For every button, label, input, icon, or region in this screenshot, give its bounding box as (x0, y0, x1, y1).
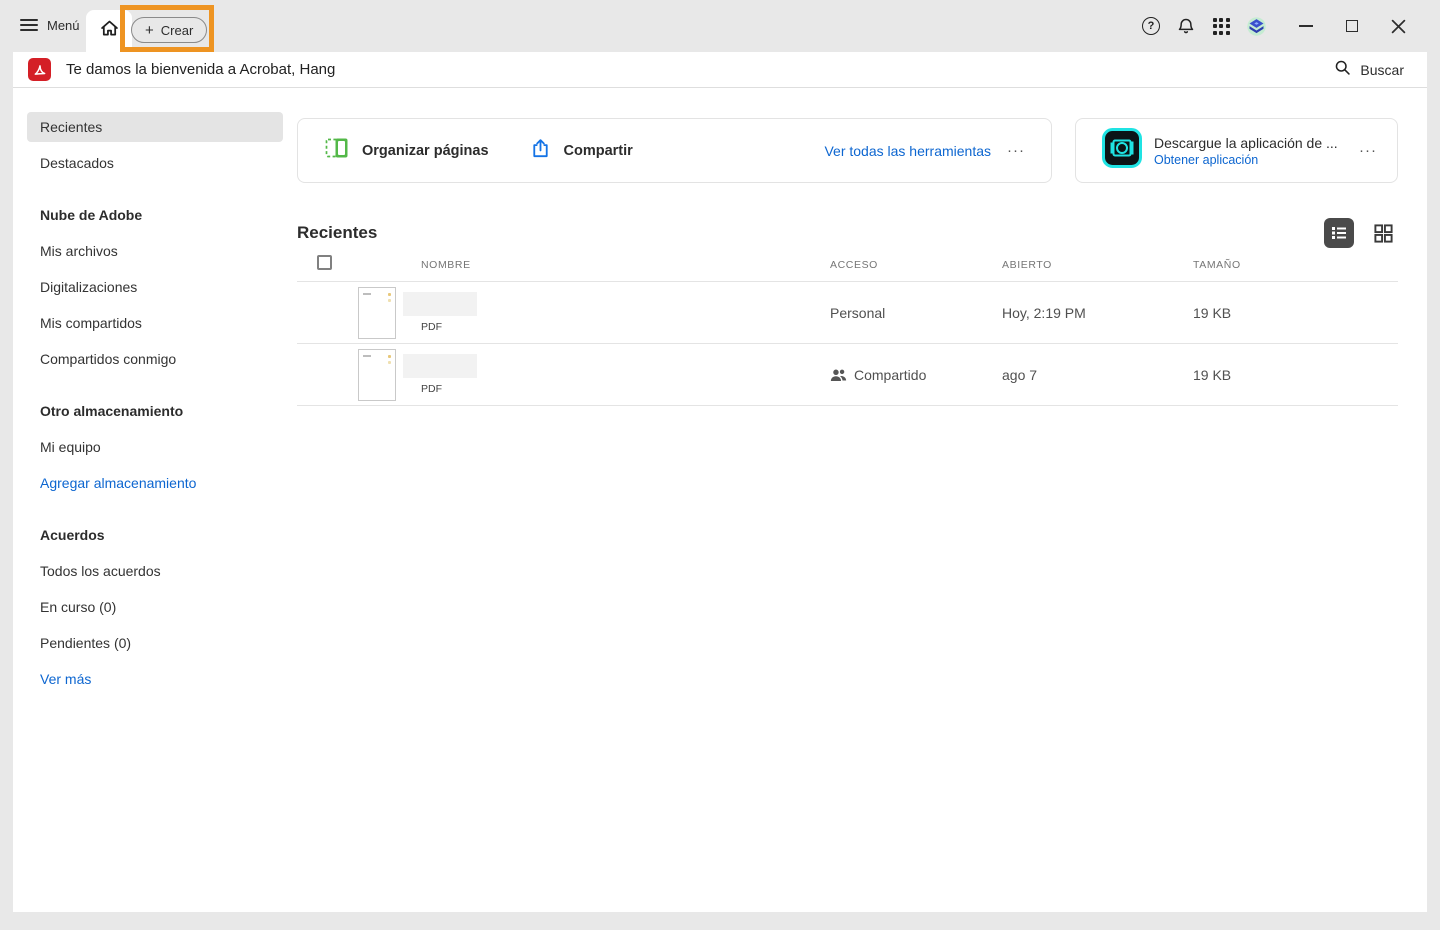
access-cell: Personal (830, 305, 1002, 321)
close-button[interactable] (1375, 0, 1421, 52)
search-button[interactable]: Buscar (1334, 59, 1404, 81)
file-type-label: PDF (421, 383, 477, 395)
sidebar-item-destacados[interactable]: Destacados (27, 148, 283, 178)
sidebar-group-acuerdos: Acuerdos (27, 520, 283, 550)
titlebar-icons: ? (1140, 0, 1267, 52)
maximize-button[interactable] (1329, 0, 1375, 52)
file-name-redacted (403, 354, 477, 378)
organize-pages-button[interactable]: Organizar páginas (324, 135, 489, 166)
sidebar-item-pendientes[interactable]: Pendientes (0) (27, 628, 283, 658)
welcome-bar: Te damos la bienvenida a Acrobat, Hang B… (13, 52, 1427, 88)
grid-view-toggle[interactable] (1368, 218, 1398, 248)
sidebar-item-en-curso[interactable]: En curso (0) (27, 592, 283, 622)
creative-cloud-icon[interactable] (1245, 15, 1267, 37)
view-all-tools-link[interactable]: Ver todas las herramientas (824, 143, 991, 159)
promo-more-options-icon[interactable]: ··· (1359, 143, 1377, 158)
notifications-bell-icon[interactable] (1175, 15, 1197, 37)
share-label: Compartir (564, 143, 633, 159)
column-header-acceso[interactable]: ACCESO (830, 259, 1002, 271)
access-cell: Compartido (830, 367, 1002, 383)
select-all-checkbox[interactable] (317, 255, 332, 270)
menu-button[interactable]: Menú (20, 16, 80, 34)
sidebar-item-mis-archivos[interactable]: Mis archivos (27, 236, 283, 266)
column-header-abierto[interactable]: ABIERTO (1002, 259, 1193, 271)
search-label: Buscar (1360, 62, 1404, 78)
app-surface: Te damos la bienvenida a Acrobat, Hang B… (13, 52, 1427, 912)
sidebar-link-ver-mas[interactable]: Ver más (27, 664, 283, 694)
create-button[interactable]: + Crear (131, 17, 207, 43)
sidebar-item-todos-los-acuerdos[interactable]: Todos los acuerdos (27, 556, 283, 586)
pdf-thumbnail (358, 287, 396, 339)
acrobat-logo-icon (28, 58, 51, 81)
organize-pages-label: Organizar páginas (362, 143, 489, 159)
welcome-title: Te damos la bienvenida a Acrobat, Hang (66, 61, 335, 78)
sidebar: Recientes Destacados Nube de Adobe Mis a… (13, 89, 297, 912)
adobe-scan-app-icon (1102, 128, 1142, 173)
recent-section-header: Recientes (297, 218, 1398, 248)
sidebar-item-compartidos-conmigo[interactable]: Compartidos conmigo (27, 344, 283, 374)
organize-pages-icon (324, 135, 350, 166)
get-app-link[interactable]: Obtener aplicación (1154, 153, 1339, 167)
file-name-cell: PDF (297, 349, 830, 401)
sidebar-item-recientes[interactable]: Recientes (27, 112, 283, 142)
file-type-label: PDF (421, 321, 477, 333)
pdf-thumbnail (358, 349, 396, 401)
opened-cell: ago 7 (1002, 367, 1193, 383)
tools-more-options-icon[interactable]: ··· (1007, 143, 1025, 158)
recent-table-header: NOMBRE ACCESO ABIERTO TAMAÑO (297, 248, 1398, 282)
file-name-cell: PDF (297, 287, 830, 339)
recent-heading: Recientes (297, 223, 377, 243)
search-icon (1334, 59, 1351, 81)
sidebar-item-mi-equipo[interactable]: Mi equipo (27, 432, 283, 462)
home-icon (99, 18, 120, 44)
quick-tools-card: Organizar páginas Compartir Ver todas la… (297, 118, 1052, 183)
help-icon[interactable]: ? (1140, 15, 1162, 37)
size-cell: 19 KB (1193, 305, 1398, 321)
file-row[interactable]: PDF Personal Hoy, 2:19 PM 19 KB (297, 282, 1398, 344)
file-name-redacted (403, 292, 477, 316)
share-icon (529, 137, 552, 165)
column-header-nombre[interactable]: NOMBRE (421, 259, 830, 271)
apps-grid-icon[interactable] (1210, 15, 1232, 37)
home-tab[interactable] (86, 10, 132, 52)
plus-icon: + (145, 23, 154, 38)
minimize-button[interactable] (1283, 0, 1329, 52)
sidebar-item-digitalizaciones[interactable]: Digitalizaciones (27, 272, 283, 302)
menu-label: Menú (47, 18, 80, 33)
column-header-tamano[interactable]: TAMAÑO (1193, 259, 1398, 271)
opened-cell: Hoy, 2:19 PM (1002, 305, 1193, 321)
titlebar: Menú + Crear ? (0, 0, 1440, 52)
hamburger-icon (20, 16, 38, 34)
file-row[interactable]: PDF Compartido (297, 344, 1398, 406)
window-controls (1283, 0, 1421, 52)
promo-title: Descargue la aplicación de ... (1154, 135, 1339, 151)
sidebar-group-nube-de-adobe: Nube de Adobe (27, 200, 283, 230)
sidebar-link-agregar-almacenamiento[interactable]: Agregar almacenamiento (27, 468, 283, 498)
main-content: Organizar páginas Compartir Ver todas la… (297, 89, 1427, 912)
sidebar-item-mis-compartidos[interactable]: Mis compartidos (27, 308, 283, 338)
scan-app-promo-card: Descargue la aplicación de ... Obtener a… (1075, 118, 1398, 183)
acrobat-window: Menú + Crear ? (0, 0, 1440, 930)
create-label: Crear (161, 23, 194, 38)
view-toggles (1324, 218, 1398, 248)
shared-people-icon (830, 368, 847, 382)
promo-text: Descargue la aplicación de ... Obtener a… (1154, 135, 1339, 167)
share-button[interactable]: Compartir (529, 137, 633, 165)
size-cell: 19 KB (1193, 367, 1398, 383)
sidebar-group-otro-almacenamiento: Otro almacenamiento (27, 396, 283, 426)
list-view-toggle[interactable] (1324, 218, 1354, 248)
